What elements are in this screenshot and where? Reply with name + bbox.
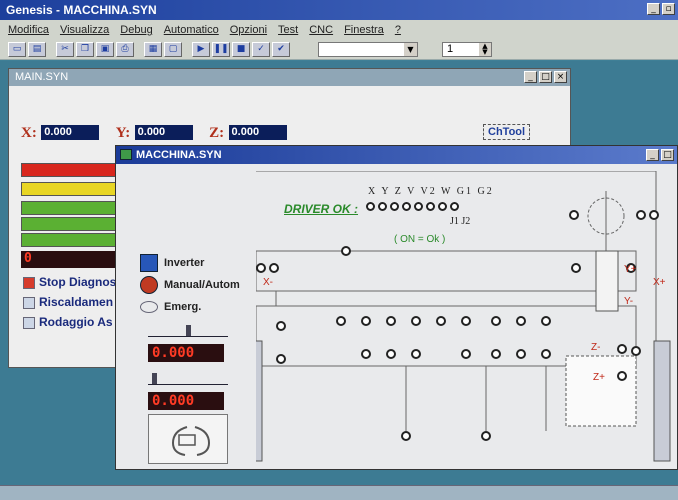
slider-1[interactable] xyxy=(148,323,228,337)
y-minus-label: Y- xyxy=(624,296,634,307)
slider-thumb[interactable] xyxy=(152,373,157,384)
x-label: X: xyxy=(21,125,37,141)
cut-icon[interactable]: ✂ xyxy=(56,42,74,57)
tool-preview xyxy=(148,414,228,464)
emerg-label: Emerg. xyxy=(164,301,202,313)
check-stop-diagnostics[interactable]: Stop Diagnos xyxy=(23,275,116,289)
checkbox-icon[interactable] xyxy=(23,296,35,309)
menu-finestra[interactable]: Finestra xyxy=(344,24,384,36)
play-icon[interactable]: ▶ xyxy=(192,42,210,57)
machine-window-title: MACCHINA.SYN xyxy=(136,149,222,161)
paste-icon[interactable]: ▣ xyxy=(96,42,114,57)
emergency-icon[interactable] xyxy=(140,301,158,313)
chtool-button[interactable]: ChTool xyxy=(483,124,531,140)
manual-label: Manual/Autom xyxy=(164,279,240,291)
program-combo[interactable]: ▼ xyxy=(318,42,418,57)
y-label: Y: xyxy=(115,125,131,141)
checkbox-icon[interactable] xyxy=(23,276,35,289)
restore-icon[interactable]: ▫ xyxy=(662,3,675,15)
check-label: Rodaggio As xyxy=(39,315,113,329)
manual-hand-icon[interactable] xyxy=(140,276,158,294)
gripper-icon xyxy=(171,426,211,456)
z-value: 0.000 xyxy=(228,125,287,141)
value-display-1: 0.000 xyxy=(148,344,224,362)
app-title-bar: Genesis - MACCHINA.SYN _ ▫ xyxy=(0,0,678,20)
pause-icon[interactable]: ❚❚ xyxy=(212,42,230,57)
counter-display: 0 xyxy=(21,251,129,268)
slider-thumb[interactable] xyxy=(186,325,191,336)
maximize-icon[interactable]: □ xyxy=(661,149,674,161)
check-icon[interactable]: ✓ xyxy=(252,42,270,57)
menu-cnc[interactable]: CNC xyxy=(309,24,333,36)
inverter-icon[interactable] xyxy=(140,254,158,272)
grid-icon[interactable]: ▦ xyxy=(144,42,162,57)
menu-debug[interactable]: Debug xyxy=(120,24,152,36)
menu-test[interactable]: Test xyxy=(278,24,298,36)
x-value: 0.000 xyxy=(41,125,100,141)
toolbar: ▭ ▤ ✂ ❐ ▣ ⎙ ▦ ▢ ▶ ❚❚ ■ ✓ ✔ ▼ 1 ▲ ▼ xyxy=(0,40,678,60)
menu-opzioni[interactable]: Opzioni xyxy=(230,24,267,36)
check-all-icon[interactable]: ✔ xyxy=(272,42,290,57)
minimize-icon[interactable]: _ xyxy=(646,149,659,161)
main-window-title: MAIN.SYN xyxy=(15,71,69,83)
copy-icon[interactable]: ❐ xyxy=(76,42,94,57)
x-minus-label: X- xyxy=(263,277,273,288)
check-label: Stop Diagnos xyxy=(39,275,117,289)
status-bar xyxy=(0,485,678,500)
minimize-icon[interactable]: _ xyxy=(524,71,537,83)
inverter-label: Inverter xyxy=(164,257,205,269)
coord-readout: X: 0.000 Y: 0.000 Z: 0.000 xyxy=(21,124,287,142)
menu-bar: Modifica Visualizza Debug Automatico Opz… xyxy=(0,20,678,40)
y-value: 0.000 xyxy=(134,125,193,141)
spin-value: 1 xyxy=(447,43,454,55)
stop-icon[interactable]: ■ xyxy=(232,42,250,57)
spin-arrows-icon[interactable]: ▲ ▼ xyxy=(479,43,491,56)
y-plus-label: Y+ xyxy=(624,264,637,275)
check-rodaggio[interactable]: Rodaggio As xyxy=(23,315,113,329)
menu-modifica[interactable]: Modifica xyxy=(8,24,49,36)
speed-spinner[interactable]: 1 ▲ ▼ xyxy=(442,42,492,57)
open-icon[interactable]: ▭ xyxy=(8,42,26,57)
menu-automatico[interactable]: Automatico xyxy=(164,24,219,36)
minimize-icon[interactable]: _ xyxy=(647,3,660,15)
maximize-icon[interactable]: □ xyxy=(539,71,552,83)
menu-help[interactable]: ? xyxy=(395,24,401,36)
z-label: Z: xyxy=(209,125,225,141)
print-icon[interactable]: ⎙ xyxy=(116,42,134,57)
machine-schematic xyxy=(256,171,671,462)
app-icon xyxy=(120,149,132,160)
close-icon[interactable]: × xyxy=(554,71,567,83)
z-plus-label: Z+ xyxy=(593,372,605,383)
window-icon[interactable]: ▢ xyxy=(164,42,182,57)
check-riscaldamento[interactable]: Riscaldamen xyxy=(23,295,113,309)
menu-visualizza[interactable]: Visualizza xyxy=(60,24,109,36)
value-display-2: 0.000 xyxy=(148,392,224,410)
checkbox-icon[interactable] xyxy=(23,316,35,329)
save-icon[interactable]: ▤ xyxy=(28,42,46,57)
x-plus-label: X+ xyxy=(653,277,666,288)
slider-2[interactable] xyxy=(148,371,228,385)
app-title: Genesis - MACCHINA.SYN xyxy=(6,3,157,17)
machine-window-titlebar: MACCHINA.SYN _ □ xyxy=(116,146,677,164)
machine-window: MACCHINA.SYN _ □ Inverter Manual/Autom E… xyxy=(115,145,678,470)
check-label: Riscaldamen xyxy=(39,295,114,309)
z-minus-label: Z- xyxy=(591,342,601,353)
chevron-down-icon[interactable]: ▼ xyxy=(404,43,417,56)
main-window-titlebar: MAIN.SYN _ □ × xyxy=(9,69,570,86)
